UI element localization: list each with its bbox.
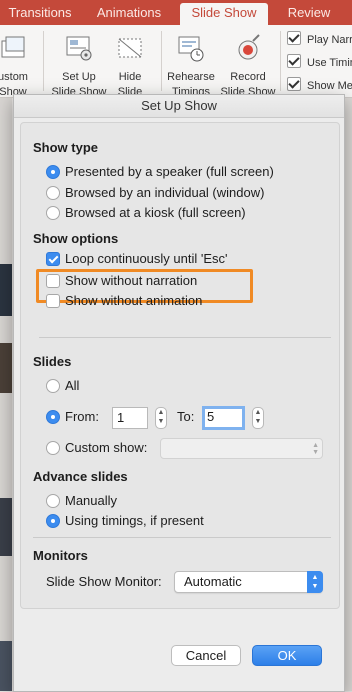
radio-browsed-by-individual[interactable]: Browsed by an individual (window): [46, 185, 264, 200]
radio-using-timings[interactable]: Using timings, if present: [46, 513, 204, 528]
slide-thumbnail-pane: [0, 98, 12, 691]
radio-label: Browsed by an individual (window): [65, 185, 265, 200]
use-timings-checkbox[interactable]: Use Timin: [287, 54, 352, 69]
to-slide-field[interactable]: 5: [202, 406, 245, 430]
radio-icon: [46, 494, 60, 508]
to-label: To:: [177, 409, 195, 424]
rehearse-timings-icon: [178, 36, 204, 62]
radio-icon: [46, 441, 60, 455]
up-down-arrows-icon: ▲ ▼: [312, 442, 319, 456]
hide-slide-icon: [118, 38, 142, 58]
radio-from-slides[interactable]: From:: [46, 409, 99, 424]
slides-heading: Slides: [33, 354, 72, 369]
chevron-up-icon: ▲: [157, 409, 165, 416]
radio-manually[interactable]: Manually: [46, 493, 117, 508]
radio-label: Manually: [65, 493, 118, 508]
ribbon-toolbar: ustom Show Set Up Slide Show Hide Slide: [0, 25, 352, 98]
chevron-down-icon: ▼: [254, 418, 262, 425]
checkbox-label: Loop continuously until 'Esc': [65, 251, 228, 266]
radio-presented-by-speaker[interactable]: Presented by a speaker (full screen): [46, 164, 274, 179]
radio-browsed-at-kiosk[interactable]: Browsed at a kiosk (full screen): [46, 205, 246, 220]
slide-thumbnail[interactable]: [0, 641, 12, 691]
show-without-animation-checkbox[interactable]: Show without animation: [46, 293, 202, 308]
from-slide-field[interactable]: 1: [112, 407, 148, 429]
radio-label: All: [65, 378, 80, 393]
set-up-show-dialog: Set Up Show Show type Presented by a spe…: [13, 94, 345, 692]
custom-show-select[interactable]: ▲ ▼: [160, 438, 323, 459]
checkmark-icon: [46, 252, 60, 266]
advance-slides-heading: Advance slides: [33, 469, 128, 484]
custom-show-button[interactable]: ustom Show: [0, 25, 46, 98]
to-slide-stepper[interactable]: ▲ ▼: [252, 407, 264, 429]
set-up-show-icon: [66, 36, 92, 61]
slide-thumbnail[interactable]: [0, 343, 12, 393]
tab-transitions[interactable]: Transitions: [0, 3, 80, 25]
checkbox-label: Show without narration: [65, 273, 198, 288]
show-media-controls-checkbox[interactable]: Show Med: [287, 77, 352, 92]
show-type-heading: Show type: [33, 140, 99, 155]
radio-custom-show[interactable]: Custom show:: [46, 440, 147, 455]
radio-selected-icon: [46, 165, 60, 179]
record-slide-show-button[interactable]: Record Slide Show: [215, 25, 281, 98]
from-slide-stepper[interactable]: ▲ ▼: [155, 407, 167, 429]
loop-continuously-checkbox[interactable]: Loop continuously until 'Esc': [46, 251, 228, 266]
checkmark-icon: [287, 54, 301, 68]
up-down-arrows-icon: ▲ ▼: [307, 571, 323, 593]
play-narrations-label: Play Narra: [307, 34, 352, 46]
slide-thumbnail[interactable]: [0, 264, 12, 316]
radio-label: Browsed at a kiosk (full screen): [65, 205, 246, 220]
section-divider: [33, 537, 331, 538]
chevron-up-icon: ▲: [254, 409, 262, 416]
custom-show-label-1: ustom: [0, 71, 28, 83]
checkbox-icon: [46, 274, 60, 288]
cancel-button[interactable]: Cancel: [171, 645, 241, 666]
radio-icon: [46, 186, 60, 200]
record-icon: [238, 34, 260, 60]
radio-label: Using timings, if present: [65, 513, 204, 528]
show-without-narration-checkbox[interactable]: Show without narration: [46, 273, 197, 288]
custom-show-icon: [1, 36, 25, 58]
checkbox-label: Show without animation: [65, 293, 203, 308]
hide-slide-label-1: Hide: [118, 71, 142, 83]
radio-selected-icon: [46, 410, 60, 424]
dialog-title: Set Up Show: [14, 95, 344, 118]
options-panel: Show type Presented by a speaker (full s…: [20, 122, 340, 609]
checkmark-icon: [287, 31, 301, 45]
radio-label: From:: [65, 409, 99, 424]
radio-selected-icon: [46, 514, 60, 528]
tab-animations[interactable]: Animations: [86, 3, 172, 25]
tab-review[interactable]: Review: [278, 3, 340, 25]
monitors-heading: Monitors: [33, 548, 88, 563]
hide-slide-button[interactable]: Hide Slide: [97, 25, 163, 98]
monitor-select-value: Automatic: [184, 574, 242, 589]
ok-button[interactable]: OK: [252, 645, 322, 666]
tab-slide-show[interactable]: Slide Show: [180, 3, 268, 25]
section-divider: [39, 337, 331, 338]
use-timings-label: Use Timin: [307, 57, 352, 69]
slide-show-monitor-select[interactable]: Automatic ▲ ▼: [174, 571, 323, 593]
show-options-heading: Show options: [33, 231, 119, 246]
radio-label: Custom show:: [65, 440, 148, 455]
radio-icon: [46, 379, 60, 393]
ribbon-tab-bar: Transitions Animations Slide Show Review: [0, 0, 352, 25]
slide-thumbnail[interactable]: [0, 498, 12, 556]
radio-all-slides[interactable]: All: [46, 378, 79, 393]
checkbox-icon: [46, 294, 60, 308]
chevron-down-icon: ▼: [157, 418, 165, 425]
ribbon-divider: [43, 31, 44, 91]
show-media-label: Show Med: [307, 80, 352, 92]
ribbon-divider: [280, 31, 281, 91]
radio-label: Presented by a speaker (full screen): [65, 164, 274, 179]
record-label-1: Record: [230, 71, 266, 83]
slide-show-monitor-label: Slide Show Monitor:: [46, 574, 162, 589]
play-narrations-checkbox[interactable]: Play Narra: [287, 31, 352, 46]
radio-icon: [46, 206, 60, 220]
checkmark-icon: [287, 77, 301, 91]
